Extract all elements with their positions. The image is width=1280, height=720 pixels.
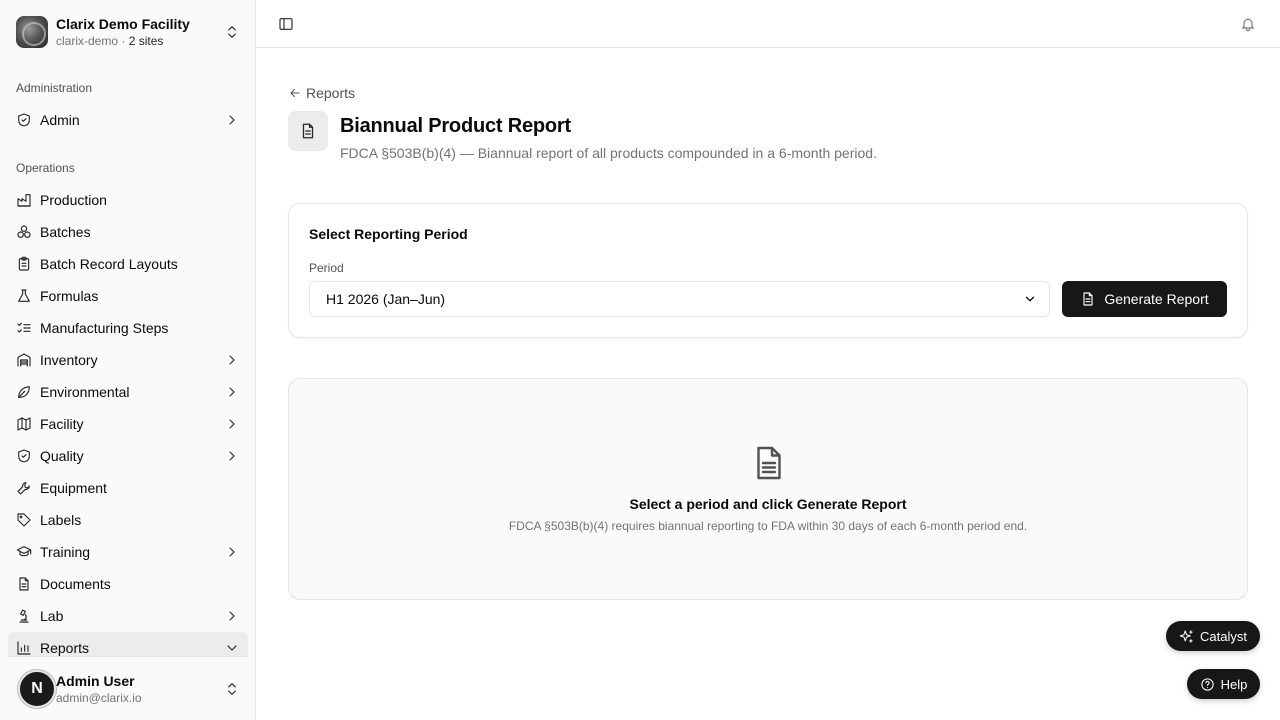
sidebar-item-label: Reports bbox=[40, 640, 90, 656]
sidebar-item-label: Documents bbox=[40, 576, 111, 592]
bar-chart-icon bbox=[17, 641, 31, 655]
empty-state-subtitle: FDCA §503B(b)(4) requires biannual repor… bbox=[508, 519, 1028, 533]
catalyst-label: Catalyst bbox=[1200, 628, 1247, 644]
chevrons-up-down-icon bbox=[228, 26, 236, 38]
sidebar-item-training[interactable]: Training bbox=[8, 536, 248, 568]
empty-state: Select a period and click Generate Repor… bbox=[288, 378, 1248, 600]
sidebar-toggle-button[interactable] bbox=[276, 14, 296, 34]
sidebar-item-label: Facility bbox=[40, 416, 84, 432]
sidebar-item-label: Batches bbox=[40, 224, 91, 240]
arrow-left-icon bbox=[290, 89, 300, 97]
generate-report-label: Generate Report bbox=[1104, 291, 1209, 307]
org-subtitle: clarix-demo · 2 sites bbox=[56, 34, 164, 48]
page-title: Biannual Product Report bbox=[340, 115, 571, 137]
sidebar-item-facility[interactable]: Facility bbox=[8, 408, 248, 440]
chevron-right-icon bbox=[229, 451, 235, 461]
warehouse-icon bbox=[17, 353, 31, 367]
card-title: Select Reporting Period bbox=[309, 226, 468, 242]
shield-icon bbox=[18, 449, 30, 463]
chevron-right-icon bbox=[229, 387, 235, 397]
sidebar-item-label: Inventory bbox=[40, 352, 98, 368]
sidebar-item-quality[interactable]: Quality bbox=[8, 440, 248, 472]
chevron-right-icon bbox=[229, 355, 235, 365]
back-link-label: Reports bbox=[306, 85, 356, 101]
chevron-down-icon bbox=[227, 645, 237, 651]
sidebar-item-documents[interactable]: Documents bbox=[8, 568, 248, 600]
period-select-value: H1 2026 (Jan–Jun) bbox=[326, 291, 446, 307]
help-circle-icon bbox=[1200, 677, 1214, 691]
list-checks-icon bbox=[17, 322, 31, 333]
org-switcher[interactable]: Clarix Demo Facility clarix-demo · 2 sit… bbox=[8, 8, 248, 56]
chevron-down-icon bbox=[1025, 296, 1035, 302]
wrench-icon bbox=[17, 482, 30, 495]
help-label: Help bbox=[1220, 676, 1248, 692]
notifications-button[interactable] bbox=[1238, 14, 1258, 34]
chevron-right-icon bbox=[229, 419, 235, 429]
sidebar-item-environmental[interactable]: Environmental bbox=[8, 376, 248, 408]
sidebar-item-equipment[interactable]: Equipment bbox=[8, 472, 248, 504]
page-icon bbox=[288, 111, 328, 151]
sidebar-item-label: Manufacturing Steps bbox=[40, 320, 169, 336]
sidebar-item-label: Formulas bbox=[40, 288, 99, 304]
chevrons-up-down-icon bbox=[228, 682, 236, 695]
org-name: Clarix Demo Facility bbox=[56, 16, 190, 32]
file-text-icon bbox=[302, 123, 314, 139]
user-menu[interactable]: N Admin User admin@clarix.io bbox=[8, 656, 248, 720]
page-description: FDCA §503B(b)(4) — Biannual report of al… bbox=[340, 145, 877, 161]
bell-icon bbox=[1242, 18, 1254, 32]
sidebar-item-batches[interactable]: Batches bbox=[8, 216, 248, 248]
sidebar-item-label: Environmental bbox=[40, 384, 130, 400]
flask-icon bbox=[18, 289, 30, 302]
generate-report-button[interactable]: Generate Report bbox=[1062, 281, 1227, 317]
period-select[interactable]: H1 2026 (Jan–Jun) bbox=[309, 281, 1050, 317]
user-name: Admin User bbox=[56, 672, 135, 689]
file-text-icon bbox=[757, 446, 781, 480]
sidebar-item-manufacturing-steps[interactable]: Manufacturing Steps bbox=[8, 312, 248, 344]
sidebar-item-production[interactable]: Production bbox=[8, 184, 248, 216]
reporting-period-card: Select Reporting Period Period H1 2026 (… bbox=[288, 203, 1248, 338]
leaf-icon bbox=[18, 386, 30, 398]
sidebar-item-label: Lab bbox=[40, 608, 64, 624]
factory-icon bbox=[17, 194, 31, 207]
sidebar-item-label: Batch Record Layouts bbox=[40, 256, 178, 272]
org-logo bbox=[16, 16, 48, 48]
catalyst-button[interactable]: Catalyst bbox=[1166, 621, 1260, 651]
shield-check-icon bbox=[18, 113, 30, 127]
sidebar-item-labels[interactable]: Labels bbox=[8, 504, 248, 536]
chevron-right-icon bbox=[229, 547, 235, 557]
graduation-cap-icon bbox=[16, 546, 32, 557]
empty-state-title: Select a period and click Generate Repor… bbox=[629, 496, 907, 512]
group-label-operations: Operations bbox=[16, 161, 75, 175]
user-email: admin@clarix.io bbox=[56, 690, 142, 705]
file-text-icon bbox=[1083, 292, 1093, 306]
sidebar-item-batch-record-layouts[interactable]: Batch Record Layouts bbox=[8, 248, 248, 280]
topbar bbox=[256, 0, 1280, 48]
boxes-icon bbox=[17, 225, 31, 238]
sparkles-icon bbox=[1179, 629, 1193, 643]
sidebar-item-label: Training bbox=[40, 544, 91, 560]
help-button[interactable]: Help bbox=[1187, 669, 1260, 699]
map-icon bbox=[17, 417, 31, 431]
sidebar: Clarix Demo Facility clarix-demo · 2 sit… bbox=[0, 0, 256, 720]
sidebar-item-label: Quality bbox=[40, 448, 84, 464]
file-text-icon bbox=[19, 577, 29, 591]
tag-icon bbox=[17, 513, 31, 527]
sidebar-item-label: Production bbox=[40, 192, 107, 208]
sidebar-item-label: Labels bbox=[40, 512, 82, 528]
avatar: N bbox=[18, 669, 56, 708]
sidebar-item-admin[interactable]: Admin bbox=[8, 104, 248, 136]
sidebar-item-formulas[interactable]: Formulas bbox=[8, 280, 248, 312]
period-label: Period bbox=[309, 261, 344, 275]
sidebar-item-inventory[interactable]: Inventory bbox=[8, 344, 248, 376]
group-label-administration: Administration bbox=[16, 81, 93, 95]
microscope-icon bbox=[19, 609, 29, 623]
sidebar-item-label: Admin bbox=[40, 112, 80, 128]
panel-left-icon bbox=[279, 18, 293, 30]
clipboard-list-icon bbox=[18, 256, 30, 271]
chevron-right-icon bbox=[229, 115, 235, 125]
back-link[interactable]: Reports bbox=[288, 84, 355, 102]
sidebar-item-label: Equipment bbox=[40, 480, 107, 496]
chevron-right-icon bbox=[229, 611, 235, 621]
sidebar-item-lab[interactable]: Lab bbox=[8, 600, 248, 632]
